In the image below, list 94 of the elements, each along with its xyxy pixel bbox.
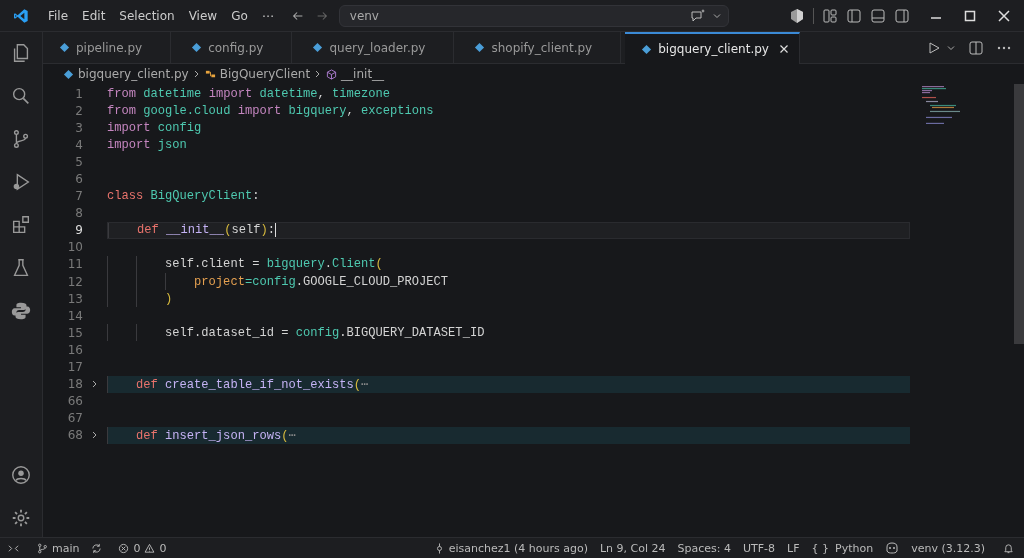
python-file-icon — [641, 43, 653, 55]
line-number: 15 — [66, 325, 83, 340]
sidebar-toggle-icon[interactable] — [846, 7, 862, 24]
blame-status[interactable]: eisanchez1 (4 hours ago) — [433, 541, 588, 555]
breadcrumb-item[interactable]: __init__ — [341, 67, 385, 81]
branch-status[interactable]: main — [37, 541, 80, 555]
line-number: 1 — [74, 86, 83, 101]
copilot-icon[interactable] — [885, 541, 900, 555]
close-icon[interactable] — [996, 7, 1012, 24]
line-number: 7 — [74, 189, 83, 204]
line-ending-status[interactable]: LF — [787, 541, 800, 555]
split-editor-icon[interactable] — [968, 39, 984, 56]
breadcrumb-item[interactable]: BigQueryClient — [219, 67, 311, 81]
line-number: 66 — [66, 394, 83, 409]
editor-tab[interactable]: pipeline.py — [43, 32, 172, 63]
chevron-right-icon — [192, 70, 201, 78]
line-number: 8 — [74, 206, 83, 221]
account-icon[interactable] — [10, 464, 32, 486]
code-line: from datetime import datetime, timezone — [107, 86, 391, 101]
interpreter-status[interactable]: venv (3.12.3) — [911, 541, 985, 555]
class-icon — [204, 68, 216, 80]
secondary-sidebar-icon[interactable] — [894, 7, 910, 24]
line-number: 5 — [74, 154, 83, 169]
panel-toggle-icon[interactable] — [870, 7, 886, 24]
indentation-status[interactable]: Spaces: 4 — [677, 541, 731, 555]
menu-item[interactable]: File — [41, 8, 76, 23]
line-number: 4 — [74, 137, 83, 152]
fold-chevron-icon[interactable] — [91, 380, 99, 389]
fold-chevron-icon[interactable] — [91, 431, 99, 440]
line-number: 9 — [74, 223, 83, 238]
breadcrumb-item[interactable]: bigquery_client.py — [78, 67, 189, 81]
code-line: ) — [164, 291, 173, 306]
close-tab-icon[interactable] — [778, 44, 789, 54]
sync-icon[interactable] — [91, 542, 103, 554]
line-number: 67 — [66, 411, 83, 426]
python-file-icon — [474, 42, 486, 53]
extensions-icon[interactable] — [10, 214, 32, 236]
bell-icon[interactable] — [1003, 542, 1014, 554]
accounts-shield-icon[interactable] — [789, 7, 805, 24]
line-number: 16 — [66, 342, 83, 357]
line-number: 10 — [66, 240, 83, 255]
text-cursor — [274, 223, 277, 238]
code-line: def __init__(self): — [136, 223, 275, 238]
menu-item[interactable]: Edit — [75, 8, 113, 23]
scrollbar-thumb[interactable] — [1014, 84, 1024, 344]
code-line: class BigQueryClient: — [107, 189, 260, 204]
encoding-status[interactable]: UTF-8 — [743, 541, 776, 555]
app-logo-icon — [13, 7, 29, 24]
run-icon[interactable] — [926, 39, 942, 56]
python-icon[interactable] — [10, 300, 32, 322]
python-file-icon — [63, 68, 74, 80]
code-line: from google.cloud import bigquery, exceptions — [107, 103, 434, 118]
search-icon[interactable] — [10, 85, 32, 107]
editor-tab[interactable]: config.py — [175, 32, 293, 63]
line-number: 12 — [66, 274, 83, 289]
code-line: def insert_json_rows(⋯ — [135, 427, 296, 443]
settings-icon[interactable] — [10, 507, 32, 529]
remote-icon[interactable] — [8, 542, 19, 554]
line-number: 14 — [66, 308, 83, 323]
line-number: 68 — [66, 428, 83, 443]
line-number: 18 — [66, 377, 83, 392]
layout-icon[interactable] — [822, 7, 838, 24]
minimap-drawing — [922, 86, 960, 125]
menu-item[interactable]: ⋯ — [254, 8, 281, 23]
code-line: import json — [107, 137, 187, 152]
line-number: 3 — [74, 120, 83, 135]
python-file-icon — [191, 42, 203, 53]
language-status[interactable]: { } Python — [811, 541, 874, 555]
menu-item[interactable]: Go — [224, 8, 255, 23]
error-icon — [118, 542, 130, 554]
editor-tab[interactable]: bigquery_client.py — [625, 32, 800, 64]
command-center-field[interactable]: venv — [338, 4, 729, 27]
warning-icon — [144, 542, 156, 554]
line-number: 13 — [66, 291, 83, 306]
chat-sparkle-icon[interactable] — [689, 7, 706, 24]
menu-item[interactable]: View — [181, 8, 225, 23]
line-number: 2 — [74, 103, 83, 118]
python-file-icon — [312, 42, 324, 53]
python-file-icon — [59, 42, 70, 53]
line-number: 6 — [74, 172, 83, 186]
editor-tab[interactable]: query_loader.py — [296, 32, 455, 63]
problems-status[interactable]: 0 0 — [118, 541, 167, 555]
code-line: import config — [107, 120, 202, 135]
line-number: 17 — [66, 360, 83, 375]
method-cube-icon — [326, 68, 338, 80]
branch-icon — [37, 542, 48, 554]
cursor-position[interactable]: Ln 9, Col 24 — [599, 541, 666, 555]
code-line: self.dataset_id = config.BIGQUERY_DATASET_ID — [164, 325, 485, 340]
code-line: self.client = bigquery.Client( — [164, 257, 383, 272]
code-line: project=config.GOOGLE_CLOUD_PROJECT — [193, 274, 449, 289]
menu-item[interactable]: Selection — [112, 8, 182, 23]
code-line: def create_table_if_not_exists(⋯ — [135, 376, 369, 392]
editor-tab[interactable]: shopify_client.py — [458, 32, 622, 63]
line-number: 11 — [66, 257, 83, 272]
